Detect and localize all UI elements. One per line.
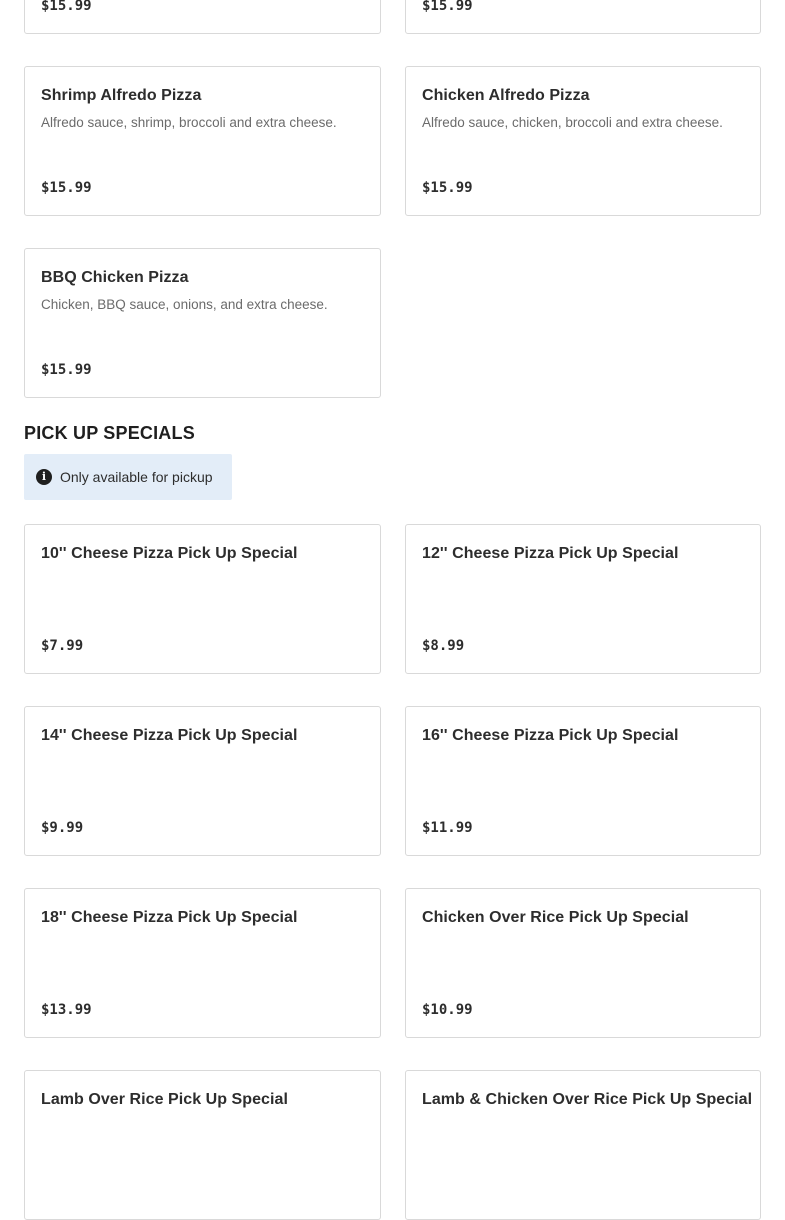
menu-item-card[interactable]: 12'' Cheese Pizza Pick Up Special $8.99 [405, 524, 761, 674]
item-name: 18'' Cheese Pizza Pick Up Special [41, 909, 298, 926]
item-price: $15.99 [422, 0, 473, 14]
menu-item-card[interactable]: Chicken Alfredo Pizza Alfredo sauce, chi… [405, 66, 761, 216]
item-price: $13.99 [41, 1002, 92, 1018]
info-icon: i [36, 469, 52, 485]
menu-item-card[interactable]: $15.99 [405, 0, 761, 34]
item-name: 14'' Cheese Pizza Pick Up Special [41, 727, 298, 744]
item-name: 10'' Cheese Pizza Pick Up Special [41, 545, 298, 562]
pickup-notice: i Only available for pickup [24, 454, 232, 500]
item-price: $15.99 [422, 180, 473, 196]
menu-item-card[interactable]: Chicken Over Rice Pick Up Special $10.99 [405, 888, 761, 1038]
menu-item-card[interactable]: 10'' Cheese Pizza Pick Up Special $7.99 [24, 524, 381, 674]
notice-text: Only available for pickup [60, 469, 213, 485]
section-title: PICK UP SPECIALS [24, 423, 195, 443]
menu-item-card[interactable]: 16'' Cheese Pizza Pick Up Special $11.99 [405, 706, 761, 856]
item-price: $8.99 [422, 638, 465, 654]
item-name: 16'' Cheese Pizza Pick Up Special [422, 727, 679, 744]
item-price: $15.99 [41, 180, 92, 196]
item-name: Shrimp Alfredo Pizza [41, 87, 202, 104]
item-price: $9.99 [41, 820, 84, 836]
menu-item-card[interactable]: 18'' Cheese Pizza Pick Up Special $13.99 [24, 888, 381, 1038]
item-name: BBQ Chicken Pizza [41, 269, 189, 286]
item-name: Chicken Over Rice Pick Up Special [422, 909, 689, 926]
menu-item-card[interactable]: Shrimp Alfredo Pizza Alfredo sauce, shri… [24, 66, 381, 216]
item-price: $15.99 [41, 0, 92, 14]
menu-item-card[interactable]: Lamb Over Rice Pick Up Special [24, 1070, 381, 1220]
item-price: $10.99 [422, 1002, 473, 1018]
item-name: Lamb Over Rice Pick Up Special [41, 1091, 288, 1108]
menu-item-card[interactable]: BBQ Chicken Pizza Chicken, BBQ sauce, on… [24, 248, 381, 398]
item-price: $7.99 [41, 638, 84, 654]
menu-item-card[interactable]: $15.99 [24, 0, 381, 34]
item-price: $11.99 [422, 820, 473, 836]
item-name: Lamb & Chicken Over Rice Pick Up Special [422, 1091, 753, 1108]
item-description: Alfredo sauce, chicken, broccoli and ext… [422, 115, 723, 130]
menu-item-card[interactable]: Lamb & Chicken Over Rice Pick Up Special [405, 1070, 761, 1220]
item-name: Chicken Alfredo Pizza [422, 87, 590, 104]
item-description: Alfredo sauce, shrimp, broccoli and extr… [41, 115, 337, 130]
item-description: Chicken, BBQ sauce, onions, and extra ch… [41, 297, 328, 312]
item-price: $15.99 [41, 362, 92, 378]
menu-item-card[interactable]: 14'' Cheese Pizza Pick Up Special $9.99 [24, 706, 381, 856]
item-name: 12'' Cheese Pizza Pick Up Special [422, 545, 679, 562]
